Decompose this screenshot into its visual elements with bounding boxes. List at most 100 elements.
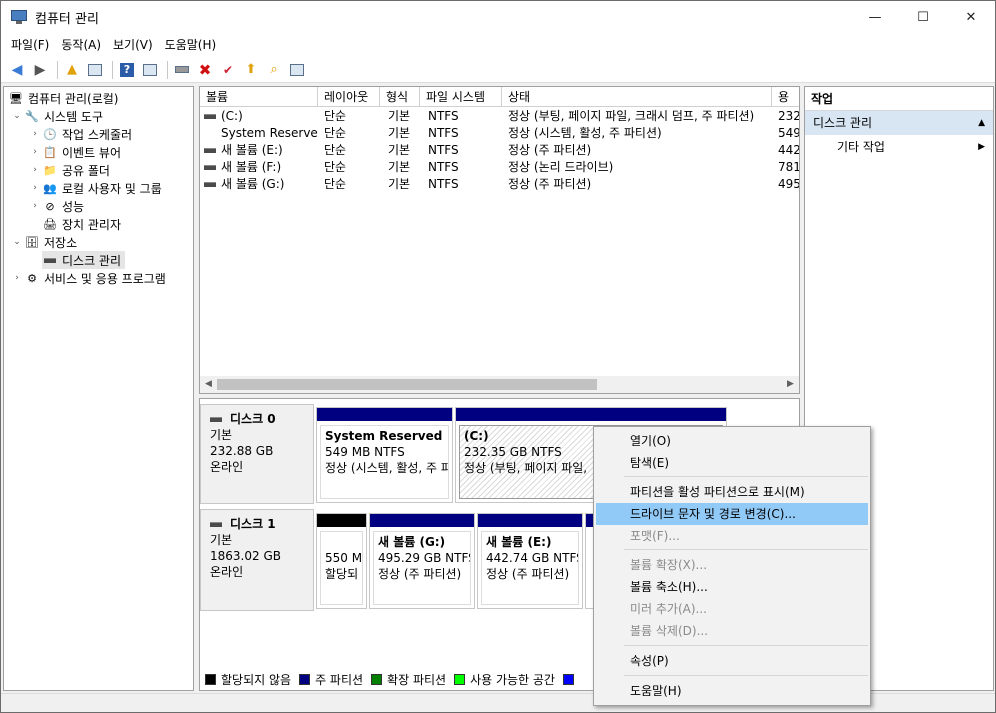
partition-size: 549 MB NTFS xyxy=(325,445,405,459)
volume-layout: 단순 xyxy=(324,126,347,140)
computer-icon: 🖥 xyxy=(9,91,23,105)
table-row[interactable]: 새 볼륨 (F:) 단순 기본 NTFS 정상 (논리 드라이브) 781 xyxy=(200,159,799,176)
table-row[interactable]: 새 볼륨 (G:) 단순 기본 NTFS 정상 (주 파티션) 495 xyxy=(200,176,799,193)
scroll-right-icon[interactable]: ▶ xyxy=(782,376,799,393)
tree-item-event-viewer[interactable]: › 📋 이벤트 뷰어 xyxy=(28,143,121,161)
ctx-help[interactable]: 도움말(H) xyxy=(596,680,868,702)
volume-layout: 단순 xyxy=(324,177,347,191)
ctx-open[interactable]: 열기(O) xyxy=(596,430,868,452)
tree-label-disk-management: 디스크 관리 xyxy=(62,253,122,268)
up-folder-button[interactable]: ▲ xyxy=(62,60,82,80)
disk1-size: 1863.02 GB xyxy=(210,549,281,563)
chevron-right-icon[interactable]: › xyxy=(28,183,42,193)
tree-item-device-manager[interactable]: 🖨 장치 관리자 xyxy=(42,215,121,233)
tree-item-task-scheduler[interactable]: › 🕒 작업 스케줄러 xyxy=(28,125,132,143)
chevron-down-icon[interactable]: ⌄ xyxy=(10,237,24,247)
tree-item-root[interactable]: 🖥 컴퓨터 관리(로컬) xyxy=(8,89,118,107)
ctx-format[interactable]: 포맷(F)... xyxy=(596,525,868,547)
partition-unallocated[interactable]: 550 M 할당되 xyxy=(316,513,367,609)
table-row[interactable]: 새 볼륨 (E:) 단순 기본 NTFS 정상 (주 파티션) 442 xyxy=(200,142,799,159)
partition-title: 새 볼륨 (E:) xyxy=(486,535,552,549)
ctx-shrink-volume[interactable]: 볼륨 축소(H)... xyxy=(596,576,868,598)
partition-status: 정상 (주 파티션) xyxy=(378,567,462,581)
tree-item-shared-folders[interactable]: › 📁 공유 폴더 xyxy=(28,161,110,179)
column-header-status[interactable]: 상태 xyxy=(502,87,772,107)
disk-icon xyxy=(210,521,222,527)
menu-view[interactable]: 보기(V) xyxy=(107,34,159,56)
ctx-add-mirror[interactable]: 미러 추가(A)... xyxy=(596,598,868,620)
column-header-volume[interactable]: 볼륨 xyxy=(200,87,318,107)
ctx-change-drive-letter[interactable]: 드라이브 문자 및 경로 변경(C)... xyxy=(596,503,868,525)
column-header-layout[interactable]: 레이아웃 xyxy=(318,87,380,107)
chevron-down-icon[interactable]: ⌄ xyxy=(10,111,24,121)
ctx-delete-volume[interactable]: 볼륨 삭제(D)... xyxy=(596,620,868,642)
table-row[interactable]: System Reserved 단순 기본 NTFS 정상 (시스템, 활성, … xyxy=(200,125,799,142)
disk1-type: 기본 xyxy=(210,533,233,547)
disk1-label[interactable]: 디스크 1 기본 1863.02 GB 온라인 xyxy=(200,509,314,611)
back-button[interactable]: ◀ xyxy=(7,60,27,80)
volume-layout: 단순 xyxy=(324,143,347,157)
export-up-arrow-icon: ⬆ xyxy=(245,62,257,77)
scrollbar-thumb[interactable] xyxy=(217,379,597,390)
show-hide-action-pane-button[interactable] xyxy=(140,60,160,80)
horizontal-scrollbar[interactable]: ◀ ▶ xyxy=(200,376,799,393)
ctx-extend-volume[interactable]: 볼륨 확장(X)... xyxy=(596,554,868,576)
search-button[interactable]: ⌕ xyxy=(264,60,284,80)
export-button[interactable]: ⬆ xyxy=(241,60,261,80)
connect-drive-button[interactable] xyxy=(172,60,192,80)
menu-action[interactable]: 동작(A) xyxy=(55,34,107,56)
tree-item-disk-management[interactable]: 디스크 관리 xyxy=(42,251,126,269)
check-button[interactable]: ✔ xyxy=(218,60,238,80)
legend-swatch xyxy=(371,673,383,685)
chevron-right-icon[interactable]: › xyxy=(28,165,42,175)
volume-filesystem: NTFS xyxy=(428,109,459,123)
computer-management-window: 컴퓨터 관리 — ☐ ✕ 파일(F) 동작(A) 보기(V) 도움말(H) ◀ … xyxy=(0,0,996,713)
column-header-capacity[interactable]: 용 xyxy=(772,87,799,107)
partition-status: 할당되 xyxy=(325,567,359,581)
ctx-properties[interactable]: 속성(P) xyxy=(596,650,868,672)
tools-icon: 🔧 xyxy=(25,109,39,123)
ctx-explore[interactable]: 탐색(E) xyxy=(596,452,868,474)
volume-type: 기본 xyxy=(388,177,411,191)
forward-button[interactable]: ▶ xyxy=(30,60,50,80)
collapse-up-icon[interactable]: ▲ xyxy=(978,111,985,135)
menu-help[interactable]: 도움말(H) xyxy=(159,34,223,56)
tree-item-performance[interactable]: › ⊘ 성능 xyxy=(28,197,84,215)
volume-icon xyxy=(204,148,216,153)
column-header-filesystem[interactable]: 파일 시스템 xyxy=(420,87,502,107)
properties-button[interactable] xyxy=(287,60,307,80)
device-manager-icon: 🖨 xyxy=(43,217,57,231)
delete-button[interactable]: ✖ xyxy=(195,60,215,80)
help-button[interactable]: ? xyxy=(117,60,137,80)
partition-system-reserved[interactable]: System Reserved 549 MB NTFS 정상 (시스템, 활성,… xyxy=(316,407,453,503)
legend-label: 할당되지 않음 xyxy=(221,672,292,687)
partition-e[interactable]: 새 볼륨 (E:) 442.74 GB NTFS 정상 (주 파티션) xyxy=(477,513,583,609)
show-hide-tree-button[interactable] xyxy=(85,60,105,80)
action-more-actions[interactable]: 기타 작업 ▶ xyxy=(805,135,993,159)
tree-item-local-users[interactable]: › 👥 로컬 사용자 및 그룹 xyxy=(28,179,162,197)
ctx-mark-active[interactable]: 파티션을 활성 파티션으로 표시(M) xyxy=(596,481,868,503)
chevron-right-icon[interactable]: › xyxy=(28,129,42,139)
tree-item-storage[interactable]: ⌄ 🗄 저장소 xyxy=(10,233,77,251)
maximize-button[interactable]: ☐ xyxy=(899,1,947,33)
chevron-right-icon[interactable]: › xyxy=(10,273,24,283)
chevron-right-icon[interactable]: › xyxy=(28,201,42,211)
menu-file[interactable]: 파일(F) xyxy=(5,34,55,56)
tree-item-services-apps[interactable]: › ⚙ 서비스 및 응용 프로그램 xyxy=(10,269,166,287)
tree-item-system-tools[interactable]: ⌄ 🔧 시스템 도구 xyxy=(10,107,103,125)
table-row[interactable]: (C:) 단순 기본 NTFS 정상 (부팅, 페이지 파일, 크래시 덤프, … xyxy=(200,108,799,125)
chevron-right-icon[interactable]: › xyxy=(28,147,42,157)
volume-name: 새 볼륨 (E:) xyxy=(221,143,283,157)
column-header-type[interactable]: 형식 xyxy=(380,87,420,107)
action-section-disk-management[interactable]: 디스크 관리 ▲ xyxy=(805,111,993,135)
volume-icon xyxy=(204,182,216,187)
scroll-left-icon[interactable]: ◀ xyxy=(200,376,217,393)
disk0-type: 기본 xyxy=(210,428,233,442)
partition-g[interactable]: 새 볼륨 (G:) 495.29 GB NTFS 정상 (주 파티션) xyxy=(369,513,475,609)
legend-item: 확장 파티션 xyxy=(371,671,446,688)
volume-filesystem: NTFS xyxy=(428,126,459,140)
properties-icon xyxy=(290,63,304,76)
disk0-label[interactable]: 디스크 0 기본 232.88 GB 온라인 xyxy=(200,404,314,504)
minimize-button[interactable]: — xyxy=(851,1,899,33)
close-button[interactable]: ✕ xyxy=(947,1,995,33)
